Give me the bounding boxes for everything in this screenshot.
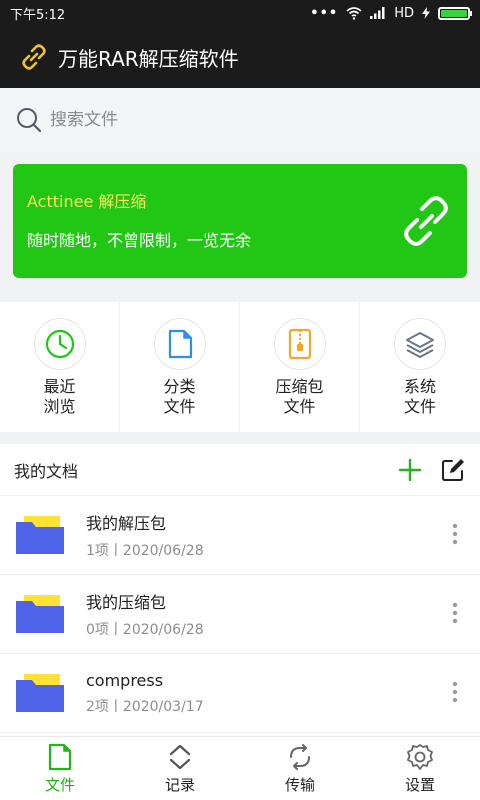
quick-system-line2: 文件 — [403, 397, 436, 416]
link-icon — [404, 196, 448, 246]
list-item[interactable]: compress 2项丨2020/03/17 — [0, 654, 480, 733]
wifi-icon — [346, 6, 362, 20]
quick-category[interactable]: 分类 文件 — [120, 302, 240, 432]
my-documents-section: 我的文档 我的解压包 1项丨2020/06/28 我的压缩包 0项丨2020/0… — [0, 444, 480, 736]
docs-title: 我的文档 — [14, 461, 79, 481]
zip-icon — [288, 328, 311, 360]
status-bar: 下午5:12 ••• HD — [0, 0, 480, 26]
quick-archive-line1: 压缩包 — [275, 377, 324, 396]
status-time: 下午5:12 — [10, 7, 66, 23]
search-input[interactable] — [50, 110, 430, 130]
add-folder-button[interactable] — [398, 458, 422, 482]
tab-settings[interactable]: 设置 — [360, 737, 480, 800]
tab-files[interactable]: 文件 — [0, 737, 120, 800]
folder-icon — [16, 674, 64, 712]
tab-records-label: 记录 — [164, 776, 195, 794]
quick-category-line1: 分类 — [163, 377, 196, 396]
promo-banner[interactable]: Acttinee 解压缩 随时随地，不曾限制，一览无余 — [13, 164, 467, 278]
status-indicators: ••• HD — [310, 5, 472, 21]
quick-archive[interactable]: 压缩包 文件 — [240, 302, 360, 432]
charging-icon — [422, 7, 430, 19]
quick-recent-line1: 最近 — [43, 377, 76, 396]
quick-category-line2: 文件 — [163, 397, 196, 416]
folder-meta: 0项丨2020/06/28 — [86, 622, 204, 638]
quick-archive-line2: 文件 — [283, 397, 316, 416]
folder-meta: 1项丨2020/06/28 — [86, 543, 204, 559]
folder-name: compress — [86, 670, 164, 690]
record-icon — [169, 744, 191, 770]
bottom-tab-bar: 文件 记录 传输 设置 — [0, 736, 480, 800]
tab-transfer-label: 传输 — [284, 776, 315, 794]
folder-icon — [16, 595, 64, 633]
signal-icon — [370, 7, 385, 19]
layers-icon — [406, 332, 434, 358]
settings-icon — [407, 744, 433, 770]
transfer-icon — [290, 744, 310, 770]
folder-meta: 2项丨2020/03/17 — [86, 698, 204, 715]
search-bar[interactable] — [0, 88, 480, 152]
more-dots-icon: ••• — [310, 5, 339, 21]
more-vertical-icon[interactable] — [452, 602, 458, 624]
docs-header: 我的文档 — [0, 444, 480, 496]
more-vertical-icon[interactable] — [452, 681, 458, 703]
tab-files-label: 文件 — [44, 776, 75, 794]
tab-settings-label: 设置 — [404, 776, 435, 794]
banner-title: Acttinee 解压缩 — [27, 192, 147, 211]
banner-subtitle: 随时随地，不曾限制，一览无余 — [27, 231, 252, 250]
app-bar: 万能RAR解压缩软件 — [0, 26, 480, 88]
more-vertical-icon[interactable] — [452, 523, 458, 545]
battery-icon — [438, 6, 472, 20]
app-title: 万能RAR解压缩软件 — [58, 46, 239, 71]
banner-section: Acttinee 解压缩 随时随地，不曾限制，一览无余 — [0, 152, 480, 290]
folder-name: 我的压缩包 — [86, 593, 167, 612]
quick-access-grid: 最近 浏览 分类 文件 压缩包 文件 系统 文件 — [0, 302, 480, 432]
link-logo-icon — [22, 44, 46, 70]
quick-recent[interactable]: 最近 浏览 — [0, 302, 120, 432]
folder-name: 我的解压包 — [86, 514, 167, 533]
folder-icon — [16, 516, 64, 554]
quick-recent-line2: 浏览 — [43, 397, 76, 416]
file-icon — [48, 743, 72, 771]
list-item[interactable]: 我的压缩包 0项丨2020/06/28 — [0, 575, 480, 654]
clock-icon — [45, 329, 74, 359]
edit-button[interactable] — [440, 457, 466, 483]
network-type: HD — [394, 5, 414, 21]
search-icon[interactable] — [16, 107, 42, 133]
tab-records[interactable]: 记录 — [120, 737, 240, 800]
quick-system[interactable]: 系统 文件 — [360, 302, 480, 432]
document-icon — [168, 329, 192, 359]
quick-system-line1: 系统 — [403, 377, 436, 396]
list-item[interactable]: 我的解压包 1项丨2020/06/28 — [0, 496, 480, 575]
tab-transfer[interactable]: 传输 — [240, 737, 360, 800]
